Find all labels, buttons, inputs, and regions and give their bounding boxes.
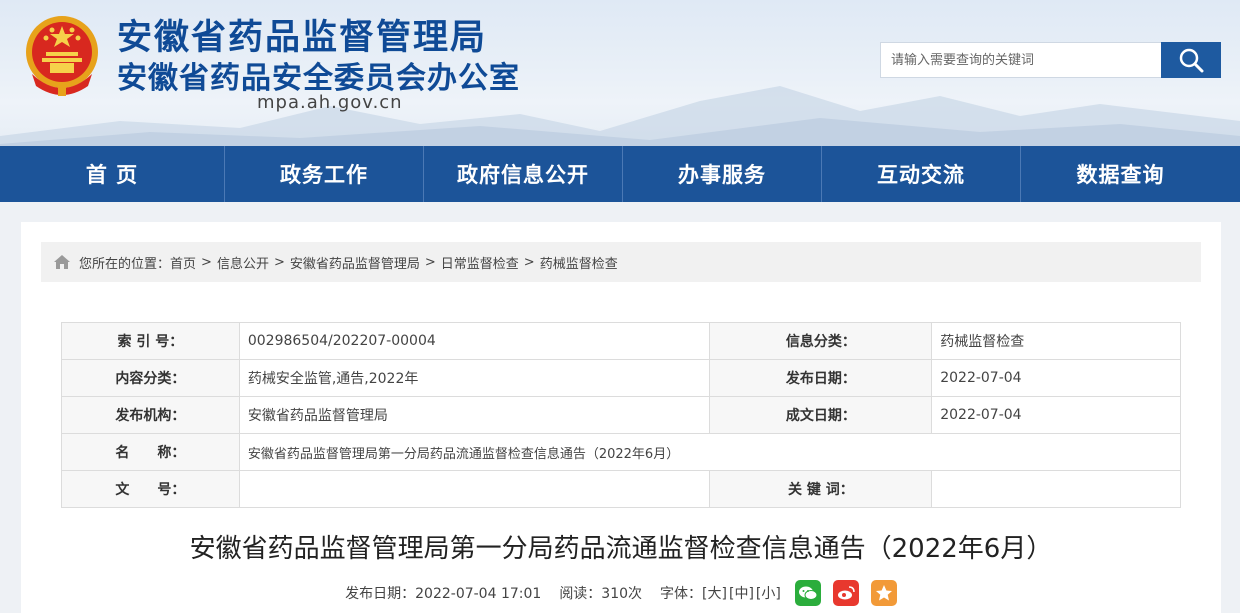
search-box bbox=[880, 42, 1162, 78]
issuing-org-value: 安徽省药品监督管理局 bbox=[238, 396, 711, 434]
breadcrumb-info-disclosure[interactable]: 信息公开 bbox=[217, 253, 269, 272]
breadcrumb-prefix: 您所在的位置： bbox=[79, 256, 171, 272]
publish-date-label: 发布日期： bbox=[709, 359, 933, 397]
doc-number-label: 文 号： bbox=[61, 470, 240, 508]
content-category-value: 药械安全监管,通告,2022年 bbox=[238, 359, 711, 397]
table-row: 索 引 号： 002986504/202207-00004 信息分类： 药械监督… bbox=[61, 322, 1181, 360]
nav-item-government-work[interactable]: 政务工作 bbox=[225, 146, 424, 202]
main-nav: 首 页 政务工作 政府信息公开 办事服务 互动交流 数据查询 bbox=[0, 146, 1240, 202]
publish-date-value: 2022-07-04 bbox=[931, 359, 1181, 397]
weibo-share-icon[interactable] bbox=[832, 580, 859, 606]
site-title-secondary: 安徽省药品安全委员会办公室 bbox=[117, 61, 520, 96]
creation-date-label: 成文日期： bbox=[709, 396, 933, 434]
font-large-button[interactable]: [大] bbox=[702, 583, 727, 603]
nav-item-services[interactable]: 办事服务 bbox=[623, 146, 822, 202]
search-input[interactable] bbox=[881, 43, 1161, 77]
table-row: 内容分类： 药械安全监管,通告,2022年 发布日期： 2022-07-04 bbox=[61, 359, 1181, 397]
breadcrumb-separator: > bbox=[424, 254, 436, 270]
breadcrumb-separator: > bbox=[273, 254, 285, 270]
font-small-button[interactable]: [小] bbox=[756, 583, 781, 603]
table-row: 文 号： 关 键 词： bbox=[61, 470, 1181, 508]
index-label: 索 引 号： bbox=[61, 322, 240, 360]
font-medium-button[interactable]: [中] bbox=[729, 583, 754, 603]
nav-item-interaction[interactable]: 互动交流 bbox=[822, 146, 1021, 202]
nav-item-info-disclosure[interactable]: 政府信息公开 bbox=[424, 146, 623, 202]
article-title: 安徽省药品监督管理局第一分局药品流通监督检查信息通告（2022年6月） bbox=[189, 534, 1053, 564]
content-panel: 您所在的位置： 首页 > 信息公开 > 安徽省药品监督管理局 > 日常监督检查 … bbox=[21, 222, 1221, 613]
breadcrumb: 您所在的位置： 首页 > 信息公开 > 安徽省药品监督管理局 > 日常监督检查 … bbox=[41, 242, 1201, 282]
search-icon bbox=[1179, 48, 1204, 73]
site-url: mpa.ah.gov.cn bbox=[257, 92, 403, 113]
issuing-org-label: 发布机构： bbox=[61, 396, 240, 434]
index-value: 002986504/202207-00004 bbox=[238, 322, 711, 360]
doc-name-label: 名 称： bbox=[61, 433, 240, 471]
category-value: 药械监督检查 bbox=[931, 322, 1181, 360]
breadcrumb-bureau[interactable]: 安徽省药品监督管理局 bbox=[290, 253, 420, 272]
category-label: 信息分类： bbox=[709, 322, 933, 360]
table-row: 名 称： 安徽省药品监督管理局第一分局药品流通监督检查信息通告（2022年6月） bbox=[61, 433, 1182, 471]
national-emblem-icon bbox=[26, 16, 98, 96]
content-category-label: 内容分类： bbox=[61, 359, 240, 397]
nav-item-home[interactable]: 首 页 bbox=[0, 146, 225, 202]
breadcrumb-home[interactable]: 首页 bbox=[170, 253, 196, 272]
favorite-star-icon[interactable] bbox=[870, 580, 897, 606]
doc-name-value: 安徽省药品监督管理局第一分局药品流通监督检查信息通告（2022年6月） bbox=[238, 433, 1182, 471]
breadcrumb-separator: > bbox=[523, 254, 535, 270]
breadcrumb-drug-device-inspection[interactable]: 药械监督检查 bbox=[540, 253, 618, 272]
breadcrumb-daily-inspection[interactable]: 日常监督检查 bbox=[441, 253, 519, 272]
breadcrumb-separator: > bbox=[201, 254, 212, 270]
keywords-value bbox=[931, 470, 1181, 508]
creation-date-value: 2022-07-04 bbox=[931, 396, 1181, 434]
wechat-share-icon[interactable] bbox=[794, 580, 821, 606]
font-size-label: 字体： bbox=[660, 586, 703, 602]
doc-number-value bbox=[238, 470, 711, 508]
search-button[interactable] bbox=[1161, 42, 1221, 78]
table-row: 发布机构： 安徽省药品监督管理局 成文日期： 2022-07-04 bbox=[61, 396, 1181, 434]
home-icon bbox=[53, 254, 71, 270]
document-metadata-table: 索 引 号： 002986504/202207-00004 信息分类： 药械监督… bbox=[61, 322, 1182, 508]
keywords-label: 关 键 词： bbox=[709, 470, 933, 508]
site-header: 安徽省药品监督管理局 安徽省药品安全委员会办公室 mpa.ah.gov.cn bbox=[0, 0, 1240, 146]
article-meta-bar: 发布日期：2022-07-04 17:01 阅读：310次 字体： [大] [中… bbox=[21, 580, 1221, 606]
view-count: 阅读：310次 bbox=[559, 586, 643, 602]
publish-datetime: 发布日期：2022-07-04 17:01 bbox=[345, 586, 542, 602]
nav-item-data-query[interactable]: 数据查询 bbox=[1021, 146, 1220, 202]
